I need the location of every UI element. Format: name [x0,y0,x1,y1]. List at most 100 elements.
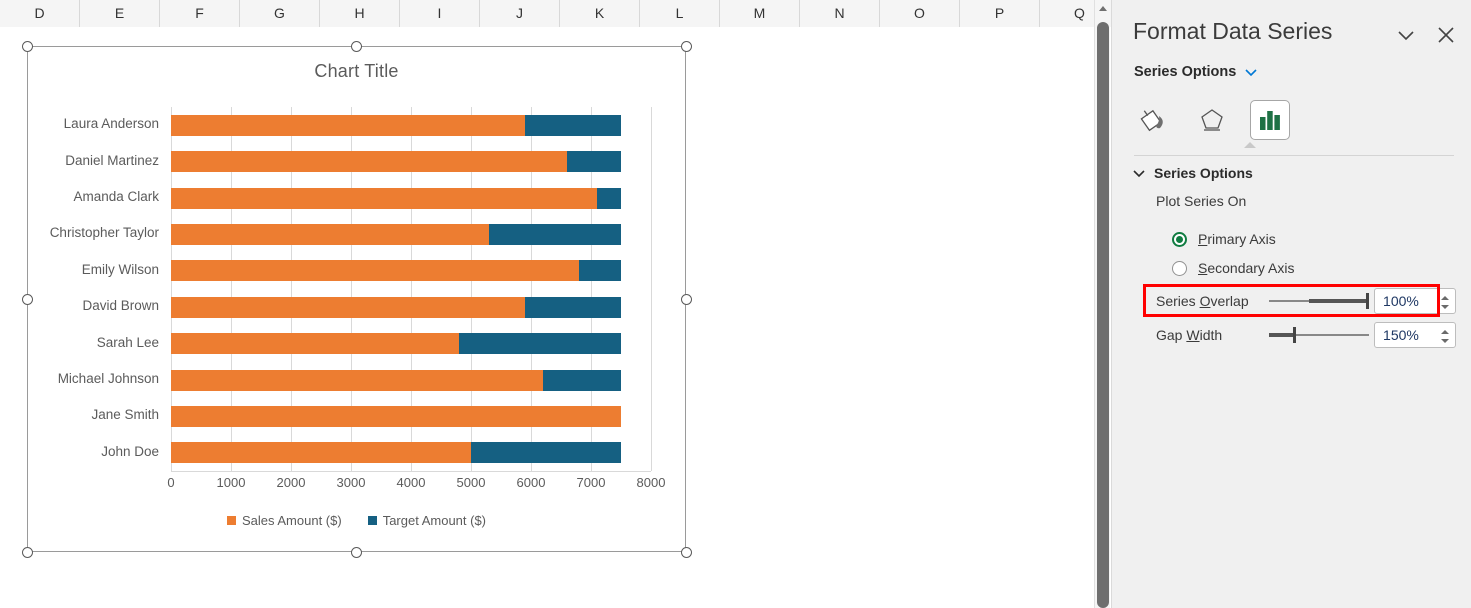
category-label: Amanda Clark [73,189,159,204]
bar-segment[interactable] [171,187,597,209]
series-overlap-row[interactable]: Series Overlap 100% [1156,286,1456,316]
effects-icon[interactable] [1192,100,1232,140]
spinner-down-icon[interactable] [1441,304,1449,309]
pane-collapse-button[interactable] [1393,22,1419,48]
category-label: Jane Smith [91,407,159,423]
series-overlap-value[interactable]: 100% [1375,293,1419,309]
close-icon [1438,27,1454,43]
column-header-j[interactable]: J [480,0,560,27]
column-header-o[interactable]: O [880,0,960,27]
bar-segment[interactable] [543,369,621,391]
gap-width-slider[interactable] [1269,323,1370,347]
value-axis-tick: 8000 [636,475,666,490]
series-options-icon[interactable] [1250,100,1290,140]
column-header-d[interactable]: D [0,0,80,27]
plot-area[interactable] [171,107,652,471]
bar-segment[interactable] [171,369,543,391]
bar-segment[interactable] [525,114,621,136]
gap-width-spinner[interactable]: 150% [1374,322,1456,348]
scrollbar-thumb[interactable] [1097,22,1109,608]
bar-group[interactable] [171,333,651,355]
column-header-k[interactable]: K [560,0,640,27]
pane-subtitle-tab[interactable]: Series Options [1134,64,1258,80]
selection-handle-top-left[interactable] [22,41,33,52]
bar-group[interactable] [171,296,651,318]
bar-segment[interactable] [171,442,471,464]
gap-width-label: Gap Width [1156,327,1223,343]
series-overlap-spinner-arrows[interactable] [1441,291,1449,313]
selection-handle-middle-right[interactable] [681,294,692,305]
selection-handle-bottom-left[interactable] [22,547,33,558]
bar-segment[interactable] [171,333,459,355]
bar-segment[interactable] [567,151,621,173]
scroll-up-arrow-icon[interactable] [1095,0,1111,17]
selection-handle-middle-left[interactable] [22,294,33,305]
pane-icon-tabs[interactable] [1134,97,1454,143]
chevron-down-icon [1245,69,1257,77]
series-overlap-spinner[interactable]: 100% [1374,288,1456,314]
pane-close-button[interactable] [1433,22,1459,48]
radio-primary-axis-label: Primary Axis [1198,231,1276,247]
slider-knob[interactable] [1293,327,1296,343]
legend-item[interactable]: Target Amount ($) [367,513,486,528]
selection-handle-top-center[interactable] [351,41,362,52]
gap-width-row[interactable]: Gap Width 150% [1156,320,1456,350]
column-header-h[interactable]: H [320,0,400,27]
spinner-up-icon[interactable] [1441,295,1449,300]
legend-item[interactable]: Sales Amount ($) [226,513,342,528]
column-header-p[interactable]: P [960,0,1040,27]
bar-group[interactable] [171,187,651,209]
gap-width-value[interactable]: 150% [1375,327,1419,343]
fill-and-line-icon[interactable] [1134,100,1174,140]
column-header-row: DEFGHIJKLMNOPQ [0,0,1120,27]
bar-segment[interactable] [171,114,525,136]
spinner-down-icon[interactable] [1441,338,1449,343]
bar-segment[interactable] [597,187,621,209]
column-header-g[interactable]: G [240,0,320,27]
gap-width-spinner-arrows[interactable] [1441,325,1449,347]
chart-object[interactable]: Chart Title Laura Anderson Daniel Martine… [27,46,686,552]
column-header-m[interactable]: M [720,0,800,27]
bar-group[interactable] [171,405,651,427]
bar-group[interactable] [171,369,651,391]
bar-segment[interactable] [171,405,621,427]
column-header-l[interactable]: L [640,0,720,27]
series-options-section-header[interactable]: Series Options [1132,165,1253,181]
bar-segment[interactable] [525,296,621,318]
bar-group[interactable] [171,151,651,173]
bar-group[interactable] [171,260,651,282]
bar-segment[interactable] [171,260,579,282]
radio-secondary-axis-indicator[interactable] [1172,260,1187,276]
bar-segment[interactable] [171,223,489,245]
column-header-e[interactable]: E [80,0,160,27]
bar-segment[interactable] [579,260,621,282]
vertical-scrollbar[interactable] [1094,0,1111,608]
bar-group[interactable] [171,442,651,464]
bar-segment[interactable] [171,151,567,173]
value-axis-tick: 7000 [576,475,606,490]
chart-legend[interactable]: Sales Amount ($) Target Amount ($) [28,513,685,528]
column-header-i[interactable]: I [400,0,480,27]
series-options-section-label: Series Options [1154,165,1253,181]
bar-segment[interactable] [489,223,621,245]
selection-handle-bottom-center[interactable] [351,547,362,558]
series-overlap-slider[interactable] [1269,289,1370,313]
bar-segment[interactable] [171,296,525,318]
chart-title[interactable]: Chart Title [28,61,685,82]
bar-segment[interactable] [459,333,621,355]
radio-primary-axis[interactable]: Primary Axis [1172,231,1276,247]
bar-group[interactable] [171,223,651,245]
slider-knob[interactable] [1366,293,1369,309]
radio-primary-axis-indicator[interactable] [1172,231,1187,247]
bar-group[interactable] [171,114,651,136]
gridline-8000 [651,107,652,471]
radio-secondary-axis[interactable]: Secondary Axis [1172,260,1295,276]
bar-segment[interactable] [471,442,621,464]
column-header-f[interactable]: F [160,0,240,27]
selection-handle-bottom-right[interactable] [681,547,692,558]
chevron-down-icon [1398,31,1414,41]
selection-handle-top-right[interactable] [681,41,692,52]
column-header-n[interactable]: N [800,0,880,27]
spinner-up-icon[interactable] [1441,329,1449,334]
pane-title: Format Data Series [1133,18,1333,44]
